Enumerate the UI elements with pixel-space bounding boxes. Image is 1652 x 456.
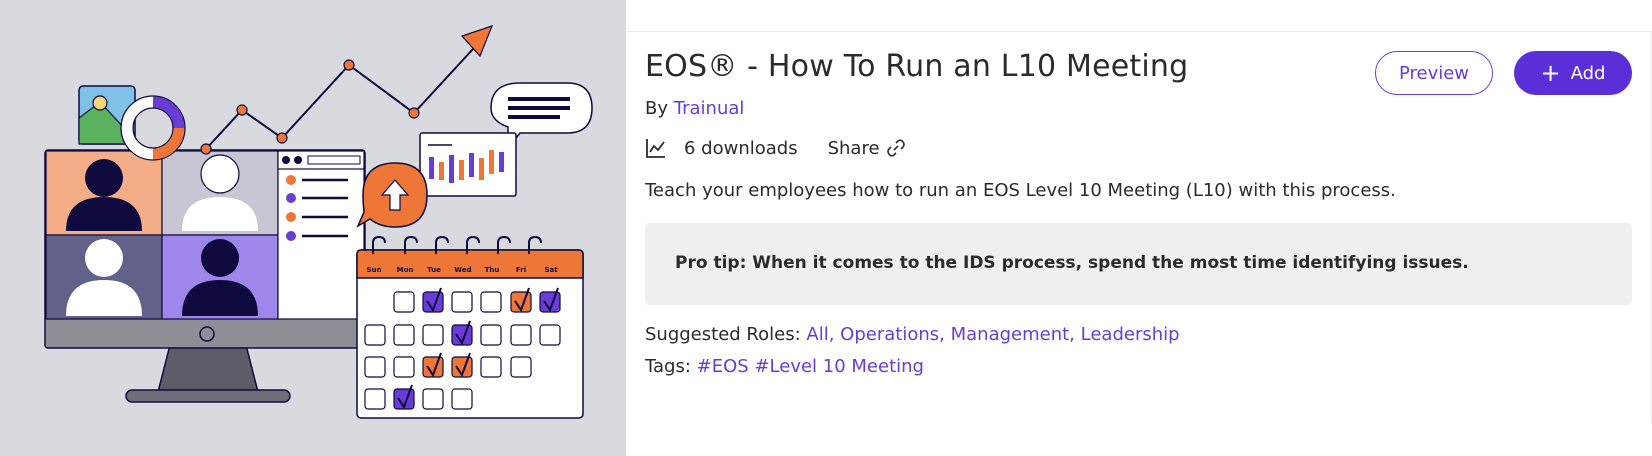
calendar-day-sun: Sun: [366, 266, 381, 274]
course-stats: 6 downloads Share: [645, 137, 906, 159]
pro-tip-text: Pro tip: When it comes to the IDS proces…: [675, 253, 1469, 273]
plus-icon: +: [1540, 59, 1561, 87]
monitor-base: [125, 389, 291, 403]
tag-link-level-10-meeting[interactable]: #Level 10 Meeting: [754, 356, 924, 377]
author-link[interactable]: Trainual: [674, 98, 745, 119]
tags: Tags: #EOS #Level 10 Meeting: [645, 356, 924, 377]
downloads-chart-icon: [646, 139, 665, 158]
calendar-illustration: Sun Mon Tue Wed Thu Fri Sat: [356, 235, 584, 419]
add-button[interactable]: + Add: [1514, 51, 1632, 95]
role-link-management[interactable]: Management,: [951, 324, 1075, 345]
role-link-leadership[interactable]: Leadership: [1081, 324, 1180, 345]
calendar-day-mon: Mon: [397, 266, 414, 274]
role-link-operations[interactable]: Operations,: [840, 324, 945, 345]
tags-label: Tags:: [645, 356, 691, 377]
calendar-day-wed: Wed: [454, 266, 471, 274]
add-button-label: Add: [1570, 62, 1606, 84]
course-title: EOS® - How To Run an L10 Meeting: [645, 49, 1189, 84]
share-button[interactable]: Share: [828, 138, 906, 159]
calendar-day-thu: Thu: [485, 266, 500, 274]
video-meeting-illustration: Sun Mon Tue Wed Thu Fri Sat: [44, 25, 593, 419]
hero-illustration: Sun Mon Tue Wed Thu Fri Sat: [0, 0, 626, 456]
author-prefix: By: [645, 98, 669, 119]
roles-label: Suggested Roles:: [645, 324, 801, 345]
calendar-day-sat: Sat: [544, 266, 558, 274]
tag-link-eos[interactable]: #EOS: [697, 356, 749, 377]
monitor-stand: [157, 344, 259, 393]
bar-chart-card: [419, 132, 517, 197]
share-link-icon: [886, 139, 905, 157]
preview-button-label: Preview: [1398, 62, 1470, 84]
share-label: Share: [827, 137, 880, 159]
donut-chart-icon: [120, 95, 186, 161]
pro-tip-box: Pro tip: When it comes to the IDS proces…: [645, 223, 1632, 305]
upload-arrow-icon: [356, 162, 428, 228]
suggested-roles: Suggested Roles: All, Operations, Manage…: [645, 324, 1180, 345]
role-link-all[interactable]: All,: [806, 324, 834, 345]
calendar-day-fri: Fri: [516, 266, 526, 274]
preview-button[interactable]: Preview: [1375, 51, 1493, 95]
author-line: By Trainual: [645, 98, 744, 119]
calendar-day-tue: Tue: [427, 266, 441, 274]
course-description: Teach your employees how to run an EOS L…: [645, 180, 1396, 201]
downloads-count: 6 downloads: [684, 137, 798, 159]
